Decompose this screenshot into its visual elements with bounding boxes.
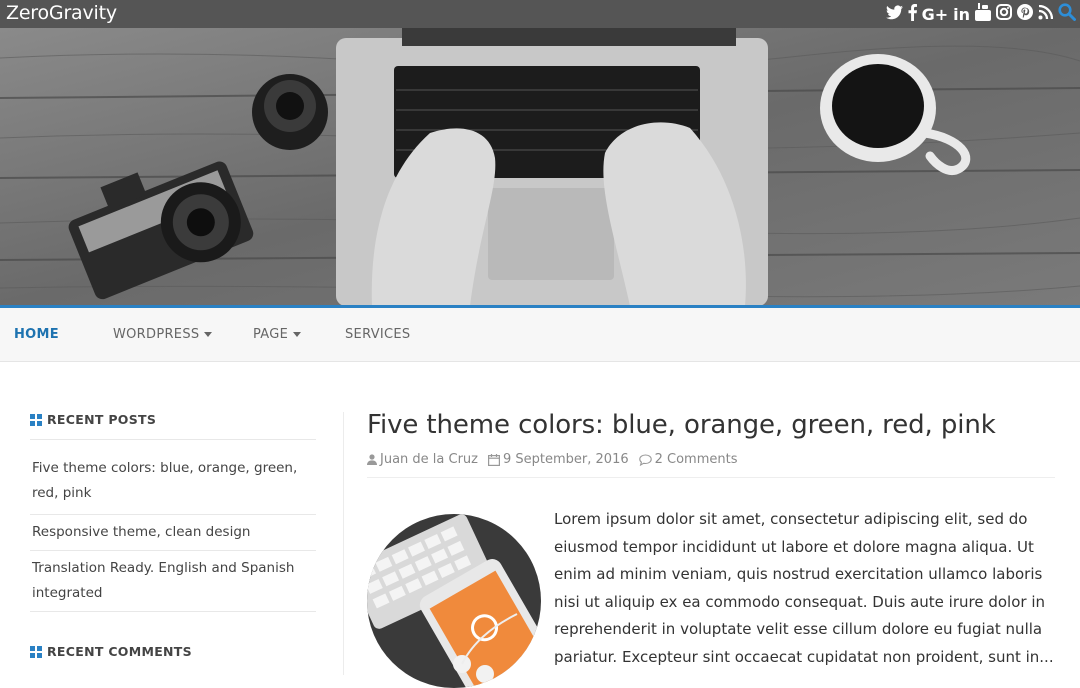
column-divider xyxy=(343,412,344,675)
site-title[interactable]: ZeroGravity xyxy=(6,2,117,24)
comment-icon xyxy=(638,453,652,466)
recent-posts-title: RECENT POSTS xyxy=(47,412,157,427)
sidebar: RECENT POSTS Five theme colors: blue, or… xyxy=(30,412,316,671)
grid-icon xyxy=(30,645,42,658)
instagram-icon[interactable] xyxy=(996,4,1012,25)
recent-post-link[interactable]: Responsive theme, clean design xyxy=(30,515,316,551)
post-meta: Juan de la Cruz 9 September, 2016 2 Comm… xyxy=(367,452,1055,478)
post-excerpt: Lorem ipsum dolor sit amet, consectetur … xyxy=(554,510,1054,666)
post-thumbnail[interactable] xyxy=(367,514,541,688)
post-date-text: 9 September, 2016 xyxy=(503,452,629,467)
nav-wordpress[interactable]: WORDPRESS xyxy=(113,327,213,342)
post-article: Five theme colors: blue, orange, green, … xyxy=(367,410,1057,688)
youtube-icon[interactable] xyxy=(975,3,991,26)
post-author[interactable]: Juan de la Cruz xyxy=(367,452,478,467)
nav-page-label: PAGE xyxy=(253,327,289,342)
top-bar: ZeroGravity G+ in xyxy=(0,0,1080,28)
search-icon[interactable] xyxy=(1058,3,1076,26)
recent-comments-title: RECENT COMMENTS xyxy=(47,644,192,659)
nav-page[interactable]: PAGE xyxy=(253,327,302,342)
post-date[interactable]: 9 September, 2016 xyxy=(488,452,629,467)
linkedin-icon[interactable]: in xyxy=(953,5,970,25)
pinterest-icon[interactable] xyxy=(1017,4,1033,25)
nav-wordpress-label: WORDPRESS xyxy=(113,327,200,342)
post-comments[interactable]: 2 Comments xyxy=(638,452,738,467)
rss-icon[interactable] xyxy=(1038,4,1054,25)
recent-comments-heading: RECENT COMMENTS xyxy=(30,644,316,671)
header-image xyxy=(0,28,1080,306)
social-icons: G+ in xyxy=(885,3,1076,26)
recent-posts-heading: RECENT POSTS xyxy=(30,412,316,440)
post-comments-count: 2 Comments xyxy=(654,452,738,467)
post-title[interactable]: Five theme colors: blue, orange, green, … xyxy=(367,410,1057,440)
chevron-down-icon xyxy=(204,332,213,337)
recent-post-link[interactable]: Translation Ready. English and Spanish i… xyxy=(30,551,316,612)
post-author-name: Juan de la Cruz xyxy=(380,452,478,467)
main-nav: HOME WORDPRESS PAGE SERVICES xyxy=(0,308,1080,362)
chevron-down-icon xyxy=(293,332,302,337)
twitter-icon[interactable] xyxy=(885,5,903,25)
google-plus-icon[interactable]: G+ xyxy=(922,5,949,25)
nav-home[interactable]: HOME xyxy=(14,327,59,342)
recent-post-link[interactable]: Five theme colors: blue, orange, green, … xyxy=(30,448,316,515)
facebook-icon[interactable] xyxy=(908,3,917,26)
grid-icon xyxy=(30,413,42,426)
nav-services[interactable]: SERVICES xyxy=(345,327,410,342)
calendar-icon xyxy=(488,453,500,466)
user-icon xyxy=(367,454,377,465)
